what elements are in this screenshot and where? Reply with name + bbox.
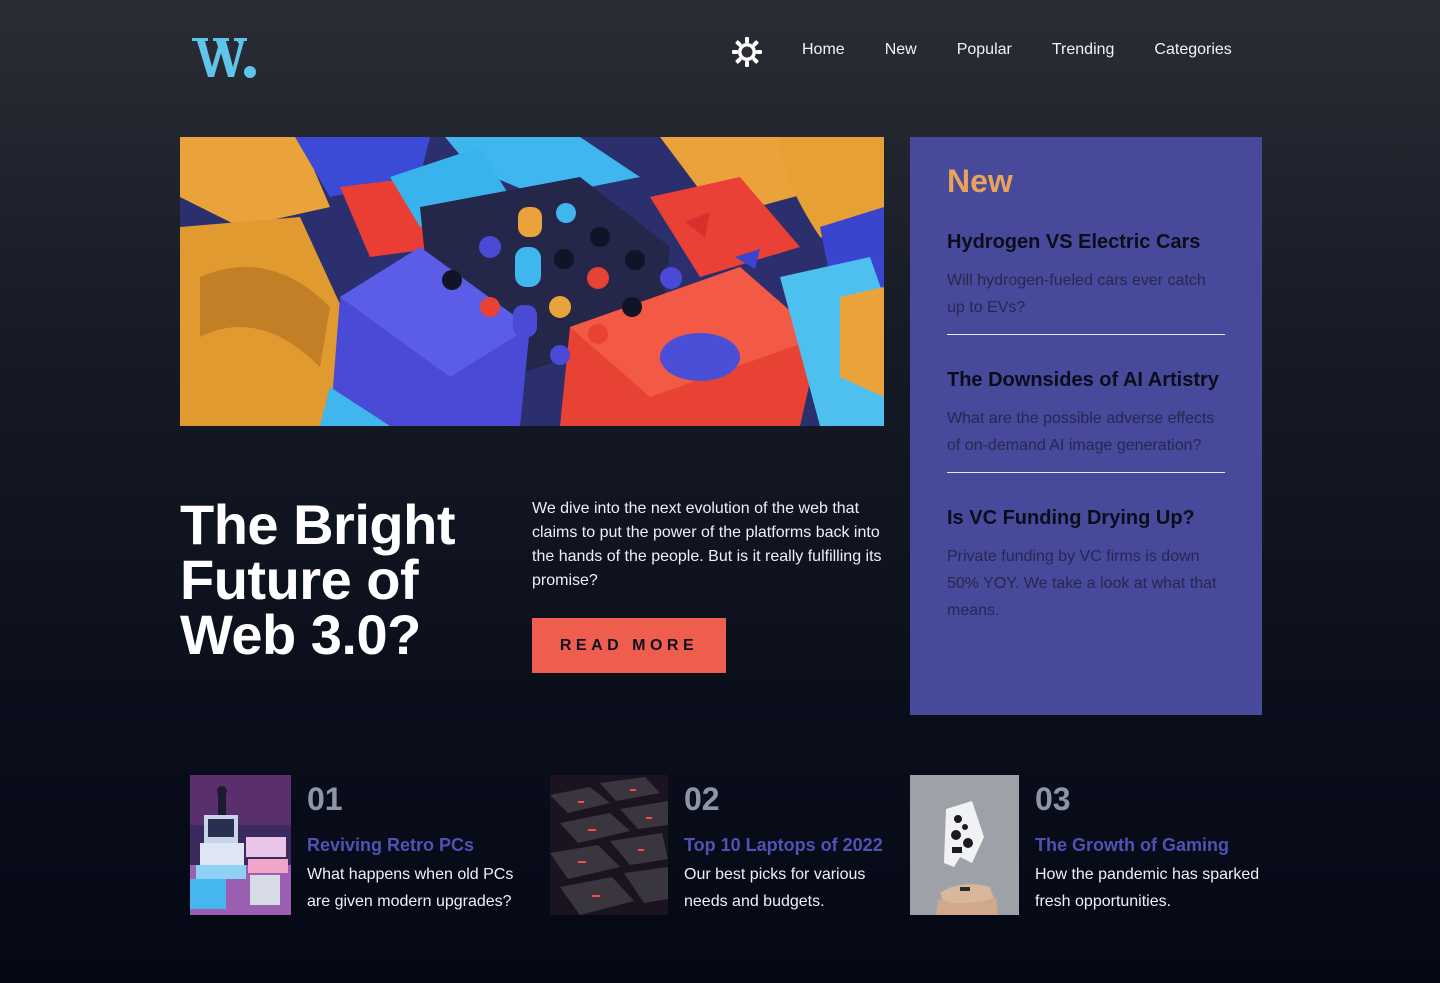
hero-description: We dive into the next evolution of the w… (532, 500, 882, 589)
new-articles-panel: New Hydrogen VS Electric Cars Will hydro… (910, 137, 1262, 715)
card-title[interactable]: Top 10 Laptops of 2022 (684, 833, 883, 857)
card-number: 03 (1035, 781, 1071, 817)
main-nav: Home New Popular Trending Categories (802, 40, 1232, 60)
nav-item-trending[interactable]: Trending (1052, 40, 1115, 60)
news-item-description: What are the possible adverse effects of… (947, 410, 1215, 454)
nav-item-categories[interactable]: Categories (1154, 40, 1231, 60)
article-card[interactable]: 03 The Growth of Gaming How the pandemic… (910, 775, 1262, 915)
card-number: 01 (307, 781, 343, 817)
hero-image (180, 137, 884, 426)
article-card[interactable]: 02 Top 10 Laptops of 2022 Our best picks… (550, 775, 895, 915)
card-description: How the pandemic has sparked fresh oppor… (1035, 866, 1260, 910)
site-header: Home New Popular Trending Categories (0, 0, 1440, 100)
news-item[interactable]: Hydrogen VS Electric Cars Will hydrogen-… (947, 227, 1225, 335)
article-card[interactable]: 01 Reviving Retro PCs What happens when … (190, 775, 535, 915)
retro-pc-image[interactable] (190, 775, 291, 915)
card-title[interactable]: The Growth of Gaming (1035, 833, 1229, 857)
news-item-description: Will hydrogen-fueled cars ever catch up … (947, 272, 1206, 316)
sun-icon[interactable] (731, 36, 763, 68)
featured-cards: 01 Reviving Retro PCs What happens when … (0, 775, 1440, 925)
nav-item-home[interactable]: Home (802, 40, 845, 60)
new-panel-heading: New (947, 163, 1013, 199)
news-item[interactable]: The Downsides of AI Artistry What are th… (947, 365, 1225, 473)
card-number: 02 (684, 781, 720, 817)
hero-title: The Bright Future of Web 3.0? (180, 493, 455, 666)
news-item-description: Private funding by VC firms is down 50% … (947, 548, 1217, 619)
laptop-keyboard-image[interactable] (550, 775, 668, 915)
card-description: Our best picks for various needs and bud… (684, 866, 866, 910)
nav-item-new[interactable]: New (885, 40, 917, 60)
card-description: What happens when old PCs are given mode… (307, 866, 514, 910)
card-title[interactable]: Reviving Retro PCs (307, 833, 474, 857)
news-item-title[interactable]: Hydrogen VS Electric Cars (947, 227, 1225, 257)
news-item[interactable]: Is VC Funding Drying Up? Private funding… (947, 503, 1225, 637)
news-item-title[interactable]: Is VC Funding Drying Up? (947, 503, 1225, 533)
nav-item-popular[interactable]: Popular (957, 40, 1012, 60)
game-controller-image[interactable] (910, 775, 1019, 915)
news-item-title[interactable]: The Downsides of AI Artistry (947, 365, 1225, 395)
site-logo[interactable] (192, 30, 262, 82)
read-more-button[interactable]: READ MORE (532, 618, 726, 673)
